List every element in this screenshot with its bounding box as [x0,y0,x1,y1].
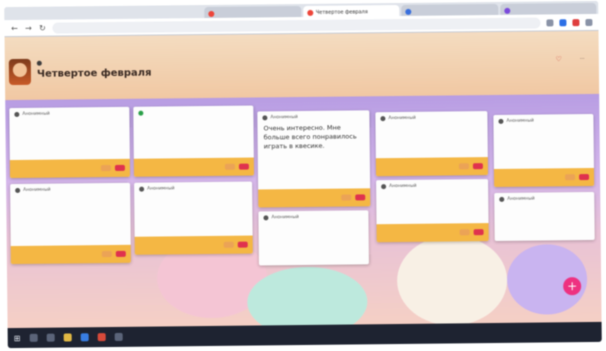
edit-button[interactable] [459,229,470,236]
post-body [376,190,488,195]
user-icon [262,115,268,121]
edit-button[interactable] [341,194,352,201]
profile-avatar-icon[interactable] [585,18,593,26]
post-author: Анонимный [22,111,50,117]
photo-of-screen: Четвертое февраля ← → ↻ Четвертое феврал… [4,0,602,349]
delete-button[interactable] [473,229,484,236]
post-actions [9,158,131,179]
user-icon [138,110,144,116]
tab-favicon-icon [208,10,215,17]
edit-button[interactable] [101,251,112,258]
user-icon [498,118,504,124]
edit-button[interactable] [565,174,576,181]
post-card[interactable]: Анонимный [134,181,253,255]
edit-button[interactable] [223,241,234,248]
post-card[interactable] [133,105,255,177]
post-author: Анонимный [147,186,175,192]
header-actions: ♡ ⋯ [555,55,584,63]
extension-icon[interactable] [572,18,580,26]
post-card[interactable]: Анонимный [375,111,489,177]
post-text: Очень интересно. Мне больше всего понрав… [263,123,357,150]
post-body [258,221,368,226]
post-card[interactable]: Анонимный [9,106,131,179]
back-arrow-icon[interactable]: ← [10,23,18,32]
search-icon[interactable] [29,333,38,342]
more-icon[interactable]: ⋯ [580,56,585,62]
delete-button[interactable] [355,194,366,201]
post-actions [134,235,253,255]
post-author: Анонимный [271,215,299,221]
reload-icon[interactable]: ↻ [38,23,46,32]
task-view-icon[interactable] [46,333,55,342]
post-author: Анонимный [388,115,416,122]
board-header: Четвертое февраля ♡ ⋯ [4,30,600,101]
delete-button[interactable] [115,250,126,257]
user-icon [263,215,269,221]
post-body [10,194,130,199]
edit-button[interactable] [100,165,111,172]
delete-button[interactable] [114,164,125,171]
edit-button[interactable] [224,163,235,170]
delete-button[interactable] [237,241,248,248]
tab-favicon-icon [306,9,313,16]
post-body [375,122,487,127]
post-actions [133,157,255,177]
post-card[interactable]: Анонимный [258,210,369,266]
padlet-board: Анонимный Анонимный Анонимный Анонимный … [5,93,602,329]
user-icon [499,196,505,202]
post-footnote [264,152,364,153]
post-card[interactable]: Анонимный [494,191,595,241]
post-body: Очень интересно. Мне больше всего понрав… [257,121,369,154]
post-body [494,203,594,208]
delete-button[interactable] [472,163,483,170]
post-card[interactable]: Анонимный Очень интересно. Мне больше вс… [257,110,371,208]
post-author: Анонимный [506,118,534,124]
user-icon [14,111,20,118]
user-icon [15,187,21,194]
post-card[interactable]: Анонимный [493,113,595,187]
post-body [494,125,594,130]
post-card[interactable]: Анонимный [376,179,489,243]
delete-button[interactable] [579,174,590,181]
post-author: Анонимный [23,187,51,193]
add-post-button[interactable]: + [563,277,582,296]
post-body [134,193,252,198]
breadcrumb [36,60,45,66]
forward-arrow-icon[interactable]: → [24,23,32,32]
windows-icon[interactable]: ⊞ [14,333,21,342]
page-title: Четвертое февраля [36,67,152,80]
tab-favicon-icon [503,7,510,14]
heart-icon[interactable]: ♡ [555,55,561,63]
user-icon [139,186,145,192]
app-icon[interactable] [114,332,123,341]
candy-heart-decoration [396,234,508,327]
extension-icon[interactable] [559,18,567,26]
user-icon [381,184,387,190]
user-icon [380,116,386,122]
avatar[interactable] [8,58,32,86]
post-actions [493,167,595,187]
address-bar[interactable] [52,17,541,34]
post-author: Анонимный [389,183,417,190]
folder-icon[interactable] [63,333,72,342]
edit-button[interactable] [458,163,469,170]
post-actions [10,244,131,265]
post-actions [376,223,489,243]
browser-icon[interactable] [80,333,89,342]
post-author: Анонимный [270,115,298,121]
delete-button[interactable] [238,163,249,170]
extension-icon[interactable] [546,18,554,26]
post-actions [375,157,489,177]
post-body [133,117,253,122]
post-card[interactable]: Анонимный [10,182,131,265]
tab-label: Четвертое февраля [315,8,368,16]
post-author: Анонимный [507,196,535,202]
post-body [9,118,129,123]
tab-favicon-icon [405,8,412,15]
post-actions [258,188,371,208]
app-icon[interactable] [97,333,106,342]
author-icon [36,60,42,66]
